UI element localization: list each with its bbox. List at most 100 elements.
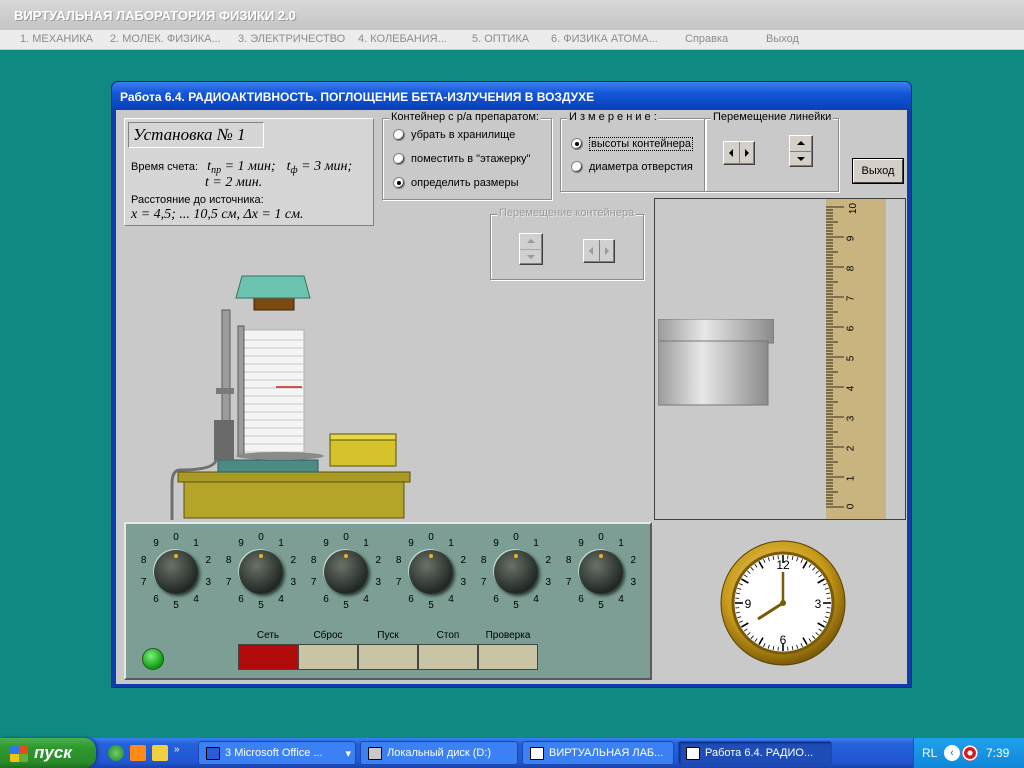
t-pr-value: = 1 мин; — [221, 159, 276, 174]
setup-title: Установка № 1 — [128, 122, 264, 148]
check-button[interactable] — [478, 644, 538, 670]
decade-knob[interactable]: 0 12 34 5 67 89 — [134, 532, 214, 612]
t-line: t = 2 мин. — [205, 175, 263, 190]
task-lab-work-label: Работа 6.4. РАДИО... — [705, 747, 814, 759]
knob-digit: 6 — [323, 593, 329, 605]
menu-optics[interactable]: 5. ОПТИКА — [472, 33, 529, 45]
knob-digit: 9 — [408, 538, 414, 550]
decade-knob[interactable]: 0 12 34 5 67 89 — [389, 532, 469, 612]
task-word[interactable]: 3 Microsoft Office ... ▾ — [198, 741, 356, 765]
radio-measure-size[interactable]: определить размеры — [393, 177, 519, 189]
task-local-disk[interactable]: Локальный диск (D:) — [360, 741, 518, 765]
ruler-vertical-spinner[interactable] — [789, 135, 813, 167]
container-horizontal-spinner[interactable] — [583, 239, 615, 263]
window-icon — [530, 747, 544, 760]
radio-circle[interactable] — [393, 153, 405, 165]
distance-values: x = 4,5; ... 10,5 см, Δx = 1 см. — [131, 207, 304, 222]
radio-rack[interactable]: поместить в "этажерку" — [393, 153, 530, 165]
menu-help[interactable]: Справка — [685, 33, 728, 45]
radio-hole-diameter[interactable]: диаметра отверстия — [571, 161, 693, 173]
target-icon[interactable] — [962, 745, 978, 761]
ruler-move-group: Перемещение линейки — [704, 111, 839, 192]
task-lab-work[interactable]: Работа 6.4. РАДИО... — [678, 741, 832, 765]
start-button[interactable]: пуск — [0, 738, 96, 768]
knob-digit: 7 — [395, 576, 402, 588]
ruler-horizontal-spinner[interactable] — [723, 141, 755, 165]
knob-digit: 3 — [630, 576, 637, 588]
timer-clock: 12 3 6 9 — [720, 540, 846, 666]
detector-rod — [237, 325, 245, 457]
menu-oscillations[interactable]: 4. КОЛЕБАНИЯ... — [358, 33, 447, 45]
t-f-sub: ф — [290, 165, 298, 177]
knob-digit: 9 — [578, 538, 584, 550]
knob-digit: 0 — [598, 532, 604, 543]
chevron-more-icon[interactable]: » — [174, 745, 180, 761]
arrow-up-icon — [797, 141, 805, 146]
ruler-number: 4 — [845, 385, 857, 392]
container-group-label: Контейнер с р/а препаратом: — [389, 111, 541, 123]
media-icon[interactable] — [130, 745, 146, 761]
knob-digit: 0 — [428, 532, 434, 543]
reset-button[interactable] — [298, 644, 358, 670]
tool-icon[interactable] — [152, 745, 168, 761]
decade-knob[interactable]: 0 12 34 5 67 89 — [304, 532, 384, 612]
globe-icon[interactable] — [108, 745, 124, 761]
container-move-group: Перемещение контейнера — [490, 207, 644, 280]
ruler-up-button[interactable] — [790, 136, 812, 151]
arrow-left-icon — [729, 149, 734, 157]
knob-indicator-dot — [429, 554, 433, 558]
desk-top — [177, 471, 411, 483]
decade-knob[interactable]: 0 12 34 5 67 89 — [219, 532, 299, 612]
decade-knob[interactable]: 0 12 34 5 67 89 — [474, 532, 554, 612]
power-button-label: Сеть — [256, 630, 280, 641]
ruler-number: 6 — [845, 325, 857, 332]
ruler: 10 9 8 7 6 5 4 3 2 1 0 — [826, 199, 886, 519]
ruler-number: 8 — [845, 265, 857, 272]
language-indicator[interactable]: RL — [922, 746, 937, 760]
chevron-left-icon[interactable]: ‹ — [944, 745, 960, 761]
clamp — [216, 388, 234, 394]
menu-electricity[interactable]: 3. ЭЛЕКТРИЧЕСТВО — [238, 33, 345, 45]
decade-knob[interactable]: 0 12 34 5 67 89 — [559, 532, 639, 612]
knob-digit: 1 — [533, 538, 539, 550]
knob-digit: 8 — [395, 555, 402, 567]
radio-circle[interactable] — [571, 161, 583, 173]
container-left-button[interactable] — [584, 240, 599, 262]
ruler-right-button[interactable] — [738, 142, 755, 164]
knob-digit: 6 — [493, 593, 499, 605]
ruler-left-button[interactable] — [724, 142, 739, 164]
container-right-button[interactable] — [598, 240, 615, 262]
start-count-button[interactable] — [358, 644, 418, 670]
radio-circle[interactable] — [393, 129, 405, 141]
clock-number: 9 — [745, 597, 752, 611]
knob-digit: 4 — [193, 593, 199, 605]
menu-atomic-physics[interactable]: 6. ФИЗИКА АТОМА... — [551, 33, 658, 45]
quick-launch: » — [108, 745, 180, 761]
distance-label: Расстояние до источника: — [131, 194, 264, 206]
exit-button[interactable]: Выход — [853, 159, 903, 183]
power-button[interactable] — [238, 644, 298, 670]
menu-mechanics[interactable]: 1. МЕХАНИКА — [20, 33, 93, 45]
word-icon — [206, 747, 220, 760]
counter-control-panel: 0123456789012345678901234567890123456789… — [124, 522, 652, 680]
container-up-button[interactable] — [520, 234, 542, 249]
app-title: ВИРТУАЛЬНАЯ ЛАБОРАТОРИЯ ФИЗИКИ 2.0 — [0, 0, 1024, 30]
container-down-button[interactable] — [520, 248, 542, 265]
container-vertical-spinner[interactable] — [519, 233, 543, 265]
task-virtual-lab[interactable]: ВИРТУАЛЬНАЯ ЛАБ... — [522, 741, 674, 765]
stop-button[interactable] — [418, 644, 478, 670]
radio-circle-selected[interactable] — [393, 177, 405, 189]
radio-circle-selected[interactable] — [571, 138, 583, 150]
measure-group: И з м е р е н и е : высоты контейнера ди… — [560, 111, 706, 192]
arrow-right-icon — [744, 149, 749, 157]
menu-molecular[interactable]: 2. МОЛЕК. ФИЗИКА... — [110, 33, 221, 45]
radio-container-height[interactable]: высоты контейнера — [571, 137, 693, 151]
ruler-down-button[interactable] — [790, 150, 812, 167]
radio-store[interactable]: убрать в хранилище — [393, 129, 515, 141]
lab-window: Работа 6.4. РАДИОАКТИВНОСТЬ. ПОГЛОЩЕНИЕ … — [111, 81, 912, 688]
window-icon — [686, 747, 700, 760]
ruler-number: 3 — [845, 415, 857, 422]
menu-exit[interactable]: Выход — [766, 33, 799, 45]
windows-logo-icon — [10, 746, 28, 762]
stand-foot — [214, 420, 234, 460]
